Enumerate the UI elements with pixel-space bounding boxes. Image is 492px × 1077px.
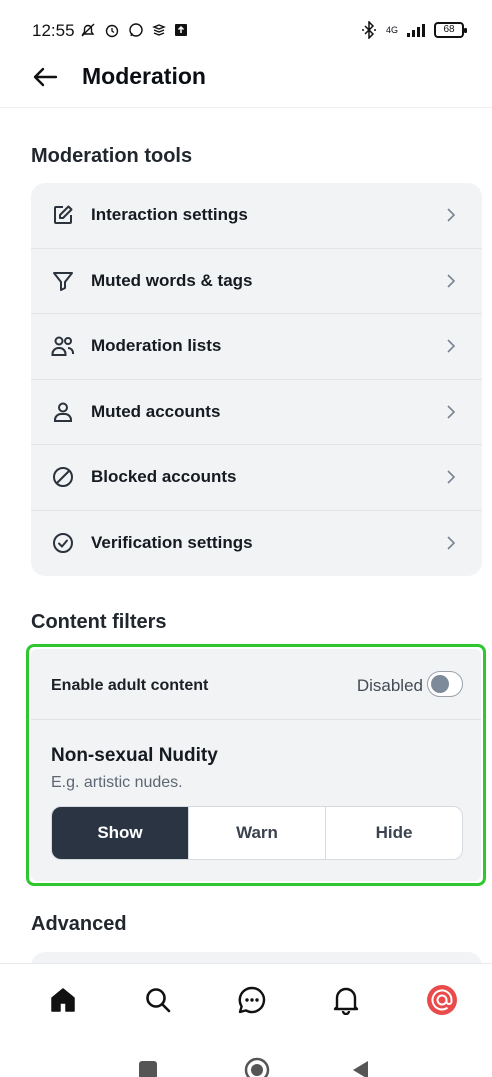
edit-icon (54, 205, 73, 225)
advanced-title: Advanced (31, 913, 127, 935)
signal-icon (407, 24, 425, 37)
block-icon (53, 467, 73, 488)
warn-option[interactable]: Warn (189, 807, 326, 859)
moderation-tools-card: Interaction settings Muted words & tags … (31, 183, 482, 576)
notifications-tab[interactable] (328, 982, 364, 1018)
header: Moderation (0, 50, 492, 108)
content-filters-highlight: Enable adult content Disabled Non-sexual… (26, 644, 486, 886)
search-icon (146, 988, 171, 1013)
row-label: Muted words & tags (91, 270, 253, 290)
status-time: 12:55 (32, 21, 75, 40)
back-arrow-icon[interactable] (28, 60, 62, 94)
profile-tab[interactable] (424, 982, 460, 1018)
system-nav-bar (0, 1043, 492, 1077)
blocked-accounts-row[interactable]: Blocked accounts (31, 445, 482, 511)
chevron-right-icon (447, 208, 456, 222)
row-label: Blocked accounts (91, 467, 237, 487)
user-icon (54, 402, 72, 422)
home-button-icon[interactable] (243, 1056, 271, 1077)
row-label: Interaction settings (91, 205, 248, 225)
whatsapp-icon (129, 23, 143, 37)
page-title: Moderation (82, 63, 206, 89)
users-icon (51, 336, 74, 357)
bottom-tab-bar (0, 963, 492, 1043)
muted-accounts-row[interactable]: Muted accounts (31, 380, 482, 445)
chat-tab[interactable] (234, 982, 270, 1018)
nudity-segmented-control: Show Warn Hide (51, 806, 463, 860)
mute-icon (81, 23, 95, 37)
interaction-settings-row[interactable]: Interaction settings (31, 183, 482, 249)
adult-content-state: Disabled (356, 676, 423, 695)
chevron-right-icon (447, 470, 456, 484)
adult-content-label: Enable adult content (51, 677, 209, 694)
moderation-tools-title: Moderation tools (31, 145, 193, 167)
content-filters-title: Content filters (31, 611, 167, 633)
nudity-title: Non-sexual Nudity (51, 745, 218, 766)
verification-settings-row[interactable]: Verification settings (31, 511, 482, 577)
chevron-right-icon (447, 536, 456, 550)
show-option[interactable]: Show (52, 807, 189, 859)
chevron-right-icon (447, 339, 456, 353)
profile-avatar (427, 985, 457, 1015)
hide-option[interactable]: Hide (326, 807, 462, 859)
search-tab[interactable] (140, 982, 176, 1018)
battery-icon: 68 (434, 22, 467, 38)
adult-content-toggle[interactable] (427, 671, 463, 697)
home-tab[interactable] (45, 982, 81, 1018)
adult-content-row: Enable adult content Disabled (31, 649, 481, 720)
row-label: Verification settings (91, 533, 253, 553)
upload-icon (175, 24, 187, 36)
check-circle-icon (53, 533, 73, 554)
muted-words-row[interactable]: Muted words & tags (31, 249, 482, 314)
status-right-icons: 4G 68 (360, 21, 467, 39)
home-icon (51, 988, 75, 1012)
status-left-icons (80, 22, 188, 38)
chevron-right-icon (447, 274, 456, 288)
recents-button-icon[interactable] (137, 1059, 159, 1077)
row-label: Moderation lists (91, 336, 222, 356)
nudity-subtitle: E.g. artistic nudes. (51, 774, 183, 791)
filter-icon (53, 271, 73, 291)
bluetooth-icon (361, 21, 376, 39)
stack-icon (152, 24, 166, 36)
moderation-lists-row[interactable]: Moderation lists (31, 314, 482, 380)
network-type: 4G (385, 25, 398, 35)
chat-icon (238, 986, 266, 1014)
back-button-icon[interactable] (350, 1059, 372, 1077)
chevron-right-icon (447, 405, 456, 419)
bell-icon (333, 987, 359, 1015)
toggle-knob (431, 675, 449, 693)
content-filters-card: Enable adult content Disabled Non-sexual… (31, 649, 481, 881)
row-label: Muted accounts (91, 401, 221, 421)
alarm-icon (105, 24, 119, 38)
